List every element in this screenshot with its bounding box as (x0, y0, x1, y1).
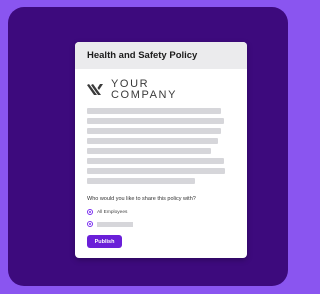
policy-text-placeholder (87, 108, 247, 184)
background-frame: Health and Safety Policy YOUR COMPANY Wh… (8, 7, 288, 286)
page-title: Health and Safety Policy (87, 50, 198, 61)
card-header: Health and Safety Policy (75, 42, 247, 69)
company-logo-mark-icon (87, 84, 103, 95)
radio-option-all-employees[interactable]: All Employees (87, 208, 247, 216)
text-line (87, 158, 224, 164)
text-line (87, 168, 225, 174)
radio-label: All Employees (97, 209, 128, 215)
radio-selected-dot (88, 222, 92, 226)
company-logo: YOUR COMPANY (87, 79, 247, 100)
radio-selected-dot (88, 210, 92, 214)
text-line (87, 148, 211, 154)
logo-text: YOUR COMPANY (111, 79, 177, 100)
text-line (87, 178, 195, 184)
policy-card: Health and Safety Policy YOUR COMPANY Wh… (75, 42, 247, 258)
radio-option-2[interactable] (87, 220, 247, 228)
logo-line-1: YOUR (111, 78, 150, 90)
radio-button[interactable] (87, 221, 93, 227)
radio-label-placeholder (97, 221, 133, 227)
radio-button[interactable] (87, 209, 93, 215)
text-line (87, 108, 221, 114)
share-question: Who would you like to share this policy … (87, 196, 196, 202)
share-section: Who would you like to share this policy … (87, 196, 247, 228)
text-line (87, 118, 224, 124)
publish-button[interactable]: Publish (87, 235, 122, 248)
logo-line-2: COMPANY (111, 88, 178, 101)
text-line (87, 128, 221, 134)
text-line (87, 138, 218, 144)
